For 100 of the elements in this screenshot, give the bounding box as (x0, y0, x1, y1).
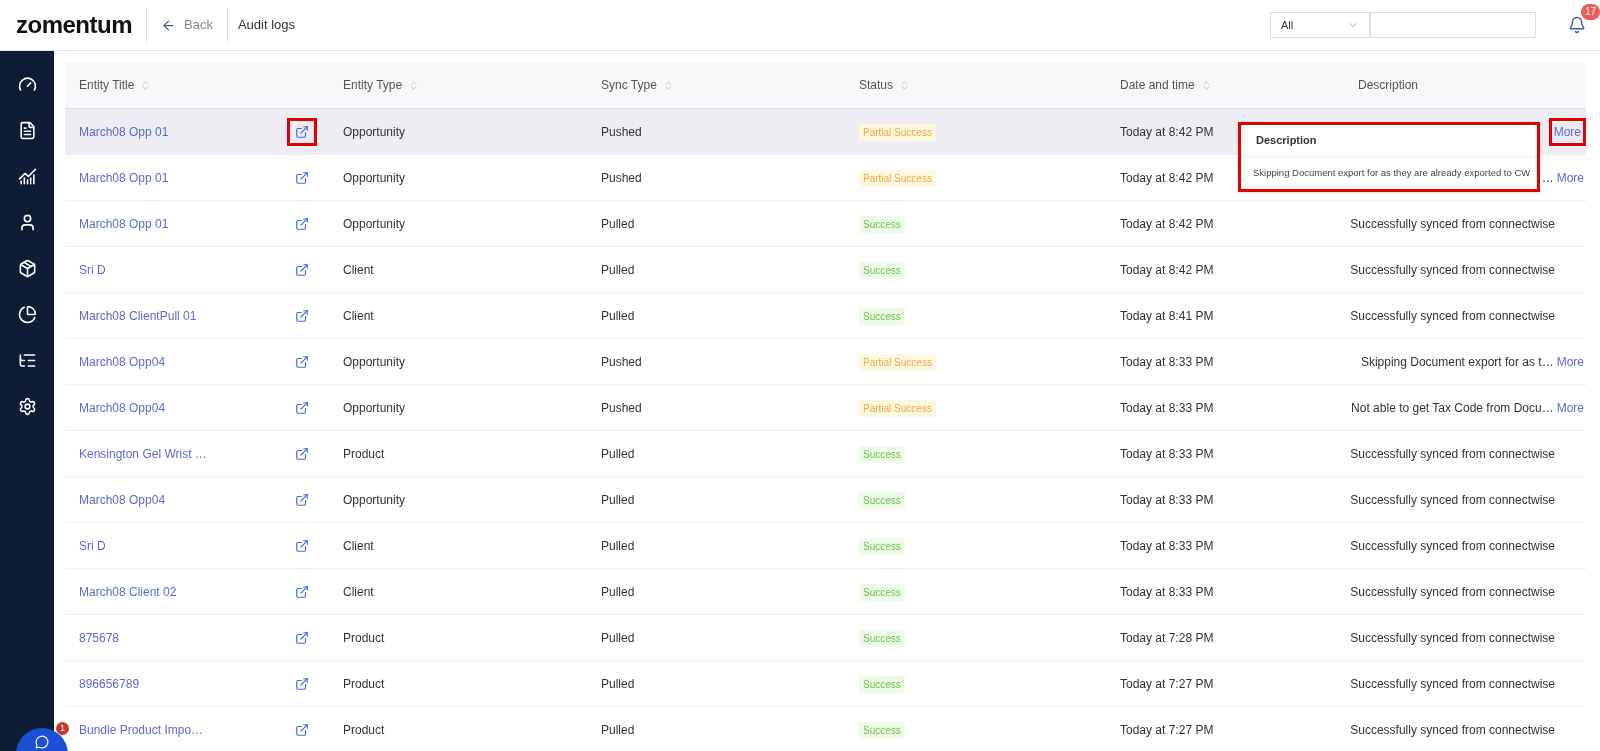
page-title: Audit logs (236, 16, 296, 35)
status-badge: Success (859, 583, 905, 601)
status-badge: Success (859, 721, 905, 739)
table-cell-text: … (1541, 169, 1554, 187)
table-cell: Today at 8:33 PM (1120, 492, 1214, 507)
table-cell: Pulled (601, 676, 635, 691)
table-cell: Today at 7:28 PM (1120, 630, 1214, 645)
external-link-icon (295, 584, 309, 599)
table-cell: Pushed (601, 170, 642, 185)
table-cell: Pushed (601, 124, 642, 139)
more-link[interactable]: More (1554, 350, 1586, 373)
status-badge: Success (859, 215, 905, 233)
table-cell: Today at 8:41 PM (1120, 308, 1214, 323)
table-cell-text: Not able to get Tax Code from Docu… (1351, 399, 1554, 417)
table-cell: Today at 8:33 PM (1120, 584, 1214, 599)
status-badge: Partial Success (859, 353, 936, 371)
status-badge: Success (859, 629, 905, 647)
table-cell: Opportunity (343, 400, 406, 415)
table-cell: Today at 8:33 PM (1120, 538, 1214, 553)
table-cell-text: Successfully synced from connectwise (1350, 721, 1555, 739)
table-cell: Client (343, 538, 374, 553)
entity-title-link[interactable]: Sri D (79, 260, 106, 279)
table-cell-text: Successfully synced from connectwise (1350, 537, 1555, 555)
table-cell: Pushed (601, 400, 642, 415)
table-cell: Pulled (601, 584, 635, 599)
table-cell-text: Successfully synced from connectwise (1350, 675, 1555, 693)
more-link[interactable]: More (1554, 166, 1586, 189)
box-icon (17, 258, 37, 278)
external-link-icon (295, 216, 309, 231)
external-link-icon (295, 492, 309, 507)
table-cell-text: Skipping Document export for as t… (1360, 353, 1554, 371)
open-link-button[interactable] (287, 117, 317, 146)
table-cell-text: Successfully synced from connectwise (1350, 629, 1555, 647)
table-cell-text: Successfully synced from connectwise (1350, 307, 1555, 325)
entity-title-link[interactable]: Sri D (79, 536, 106, 555)
table-cell: Today at 8:42 PM (1120, 262, 1214, 277)
entity-title-link[interactable]: March08 Opp 01 (79, 214, 169, 233)
table-cell: Pushed (601, 354, 642, 369)
settings-icon (17, 396, 37, 416)
table-cell: Pulled (601, 216, 635, 231)
status-badge: Success (859, 537, 905, 555)
table-cell: Opportunity (343, 124, 406, 139)
column-header[interactable]: Description (1358, 76, 1418, 94)
external-link-icon (295, 446, 309, 461)
table-cell: Product (343, 630, 385, 645)
notification-count: 17 (1580, 4, 1600, 20)
entity-title-link[interactable]: Kensington Gel Wrist … (79, 444, 207, 463)
status-badge: Success (859, 491, 905, 509)
table-cell: Today at 8:33 PM (1120, 446, 1214, 461)
notification-button[interactable] (1568, 16, 1586, 34)
entity-title-link[interactable]: March08 Client 02 (79, 582, 177, 601)
table-cell-text: Successfully synced from connectwise (1350, 215, 1555, 233)
table-cell: Pulled (601, 538, 635, 553)
entity-title-link[interactable]: March08 Opp 01 (79, 122, 169, 141)
entity-title-link[interactable]: March08 ClientPull 01 (79, 306, 197, 325)
status-badge: Success (859, 307, 905, 325)
table-cell: Today at 8:42 PM (1120, 124, 1214, 139)
table-cell: Opportunity (343, 354, 406, 369)
filter-select[interactable]: All (1270, 12, 1370, 38)
column-header[interactable]: Sync Type (601, 76, 657, 94)
table-cell: Pulled (601, 492, 635, 507)
table-cell: Today at 7:27 PM (1120, 722, 1214, 737)
chart-icon (17, 166, 37, 186)
column-header[interactable]: Entity Type (343, 76, 403, 94)
status-badge: Success (859, 261, 905, 279)
table-cell: Pulled (601, 630, 635, 645)
table-cell: Product (343, 722, 385, 737)
status-badge: Partial Success (859, 169, 936, 187)
table-cell: Today at 8:33 PM (1120, 354, 1214, 369)
table-cell: Today at 8:33 PM (1120, 400, 1214, 415)
external-link-icon (295, 124, 309, 139)
column-header[interactable]: Status (859, 76, 894, 94)
chat-icon (35, 735, 49, 749)
entity-title-link[interactable]: Bundle Product Impo… (79, 720, 204, 739)
external-link-icon (295, 630, 309, 645)
table-cell: Pulled (601, 308, 635, 323)
back-button[interactable]: Back (147, 7, 228, 43)
table-cell: Product (343, 446, 385, 461)
entity-title-link[interactable]: March08 Opp04 (79, 352, 166, 371)
table-cell: Today at 8:42 PM (1120, 170, 1214, 185)
search-field[interactable] (1370, 12, 1536, 38)
gauge-icon (17, 74, 37, 94)
entity-title-link[interactable]: March08 Opp04 (79, 490, 166, 509)
external-link-icon (295, 262, 309, 277)
table-cell: Client (343, 262, 374, 277)
entity-title-link[interactable]: March08 Opp 01 (79, 168, 169, 187)
status-badge: Success (859, 675, 905, 693)
column-header[interactable]: Date and time (1120, 76, 1195, 94)
document-icon (17, 120, 37, 140)
table-cell: Client (343, 584, 374, 599)
table-cell: Opportunity (343, 216, 406, 231)
entity-title-link[interactable]: 875678 (79, 628, 120, 647)
more-link[interactable]: More (1548, 117, 1586, 146)
entity-title-link[interactable]: March08 Opp04 (79, 398, 166, 417)
column-header[interactable]: Entity Title (79, 76, 135, 94)
popover-title: Description (1241, 125, 1537, 157)
bell-icon (1568, 16, 1586, 34)
external-link-icon (295, 538, 309, 553)
more-link[interactable]: More (1554, 396, 1586, 419)
entity-title-link[interactable]: 896656789 (79, 674, 140, 693)
